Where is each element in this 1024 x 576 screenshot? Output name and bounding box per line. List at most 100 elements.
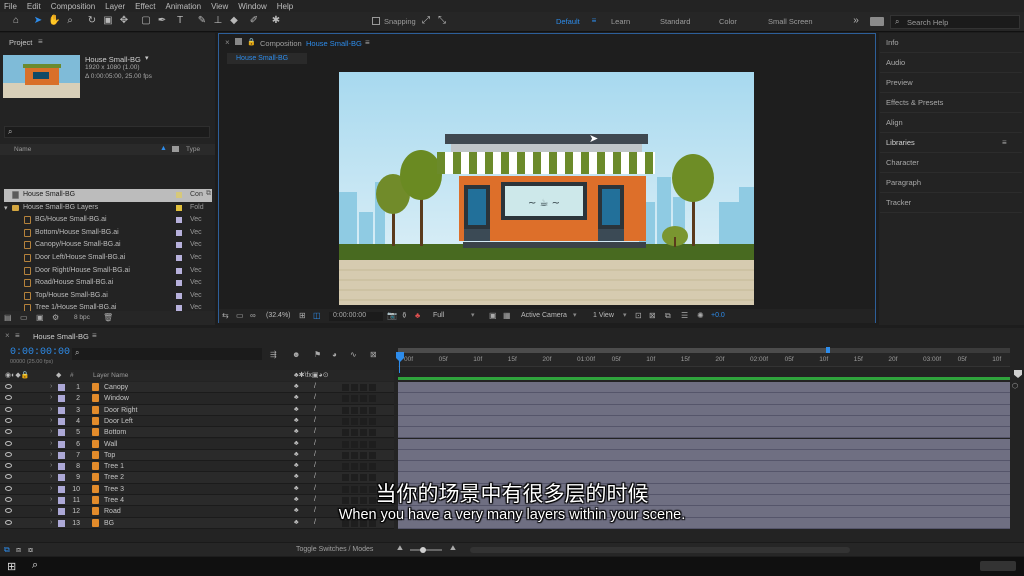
layer-switch-box[interactable] [369, 429, 376, 437]
layer-switch-box[interactable] [351, 451, 358, 459]
workspace-standard[interactable]: Standard [660, 17, 690, 26]
label-swatch[interactable] [176, 242, 182, 249]
lock-icon[interactable] [235, 38, 242, 45]
new-comp-icon[interactable]: ▣ [36, 313, 44, 322]
taskbar-search-icon[interactable]: ⌕ [32, 559, 38, 572]
layer-label-color[interactable] [58, 463, 65, 471]
channel-icon[interactable]: ♣ [415, 311, 420, 320]
snap-magnet-icon[interactable]: ⤡ [436, 15, 448, 27]
selection-tool-icon[interactable]: ➤ [32, 15, 44, 27]
layer-switch-box[interactable] [351, 417, 358, 425]
graph-icon[interactable]: ⊠ [370, 350, 377, 359]
zoom-tool-icon[interactable]: ⌕ [64, 15, 76, 27]
label-swatch[interactable] [176, 267, 182, 274]
layer-duration-bar[interactable] [398, 427, 1010, 439]
project-item[interactable]: Bottom/House Small-BG.ai Vec [4, 227, 212, 240]
snap-options-icon[interactable]: ⤢ [420, 15, 432, 27]
layer-name[interactable]: Door Left [104, 418, 133, 425]
eye-icon[interactable] [5, 440, 12, 446]
layer-row[interactable]: › 7 Top ♣ / [0, 449, 394, 462]
project-item[interactable]: Door Right/House Small-BG.ai Vec [4, 265, 212, 278]
layer-name[interactable]: Window [104, 395, 129, 402]
shy-switch-icon[interactable]: ♣ [294, 383, 299, 390]
resolution-dropdown[interactable]: Full [433, 312, 444, 319]
snapping-checkbox[interactable] [372, 17, 380, 25]
layer-row[interactable]: › 1 Canopy ♣ / [0, 382, 394, 394]
layer-duration-bar[interactable] [398, 404, 1010, 416]
puppet-tool-icon[interactable]: ✱ [270, 15, 282, 27]
layer-label-color[interactable] [58, 417, 65, 425]
layer-switch-box[interactable] [360, 406, 367, 414]
column-layer-name-header[interactable]: Layer Name [93, 372, 128, 379]
layer-duration-bar[interactable] [398, 461, 1010, 473]
layer-name[interactable]: Door Right [104, 407, 137, 414]
magnification-dropdown[interactable]: (32.4%) [266, 312, 291, 319]
layer-expand-icon[interactable]: › [50, 406, 52, 413]
layer-switch-box[interactable] [342, 440, 349, 448]
workspace-color[interactable]: Color [719, 17, 737, 26]
layer-row[interactable]: › 8 Tree 1 ♣ / [0, 461, 394, 473]
time-zoom-slider-handle[interactable] [420, 547, 426, 553]
layer-duration-bar[interactable] [398, 438, 1010, 450]
motion-blur-icon[interactable]: ◕ [332, 350, 337, 359]
panel-tab-character[interactable]: Character [886, 158, 919, 167]
eye-icon[interactable] [5, 417, 12, 423]
column-type-header[interactable]: Type [186, 146, 200, 153]
timeline-icon[interactable]: ☰ [681, 311, 688, 320]
layer-switch-box[interactable] [342, 395, 349, 403]
type-tool-icon[interactable]: T [174, 15, 186, 27]
label-swatch[interactable] [176, 204, 182, 211]
layer-switch-box[interactable] [351, 440, 358, 448]
project-item[interactable]: Road/House Small-BG.ai Vec [4, 277, 212, 290]
layer-switch-box[interactable] [360, 395, 367, 403]
quality-switch-icon[interactable]: / [314, 462, 316, 469]
quality-switch-icon[interactable]: / [314, 406, 316, 413]
layer-switch-box[interactable] [360, 451, 367, 459]
panel-menu-icon[interactable]: ≡ [92, 331, 97, 340]
time-zoom-slider[interactable] [410, 549, 442, 551]
label-swatch[interactable] [176, 292, 182, 299]
pen-tool-icon[interactable]: ✒ [156, 15, 168, 27]
layer-name[interactable]: Canopy [104, 384, 128, 391]
quality-switch-icon[interactable]: / [314, 440, 316, 447]
panel-tab-info[interactable]: Info [886, 38, 899, 47]
layer-name[interactable]: Tree 1 [104, 463, 124, 470]
panel-tab-paragraph[interactable]: Paragraph [886, 178, 921, 187]
eraser-tool-icon[interactable]: ◆ [228, 15, 240, 27]
layer-switch-box[interactable] [369, 395, 376, 403]
graph-editor-icon[interactable]: ∿ [350, 350, 357, 359]
layer-label-color[interactable] [58, 406, 65, 414]
layer-duration-bar[interactable] [398, 382, 1010, 394]
label-swatch[interactable] [176, 229, 182, 236]
layer-row[interactable]: › 5 Bottom ♣ / [0, 427, 394, 439]
panel-tab-libraries[interactable]: Libraries [886, 138, 915, 147]
composition-panel-label[interactable]: Composition [260, 39, 302, 48]
quality-switch-icon[interactable]: / [314, 451, 316, 458]
workspace-learn[interactable]: Learn [611, 17, 630, 26]
panel-tab-effects-presets[interactable]: Effects & Presets [886, 98, 943, 107]
composition-panel-name[interactable]: House Small-BG [306, 39, 362, 48]
label-swatch[interactable] [176, 280, 182, 287]
fast-previews-icon[interactable]: ▣ [489, 311, 497, 320]
snapshot-icon[interactable]: 📷 [387, 311, 397, 320]
layer-name[interactable]: Top [104, 452, 115, 459]
comp-dropdown-icon[interactable]: ▾ [145, 54, 149, 62]
layer-label-color[interactable] [58, 440, 65, 448]
time-ruler[interactable] [398, 353, 1010, 367]
shy-switch-icon[interactable]: ♣ [294, 406, 299, 413]
show-snapshot-icon[interactable]: ⚱ [401, 311, 408, 320]
layer-switch-box[interactable] [369, 406, 376, 414]
layer-duration-bar[interactable] [398, 393, 1010, 405]
column-name-header[interactable]: Name [14, 146, 31, 153]
layer-switch-box[interactable] [360, 384, 367, 391]
panel-tab-align[interactable]: Align [886, 118, 903, 127]
eye-icon[interactable] [5, 395, 12, 401]
layer-switch-box[interactable] [360, 429, 367, 437]
quality-switch-icon[interactable]: / [314, 394, 316, 401]
label-swatch[interactable] [176, 255, 182, 261]
layer-duration-bar[interactable] [398, 449, 1010, 462]
shy-switch-icon[interactable]: ♣ [294, 462, 299, 469]
expand-time-icon[interactable]: ⧇ [28, 545, 33, 555]
label-swatch[interactable] [176, 192, 182, 198]
comp-lock-icon[interactable]: 🔒 [247, 38, 256, 46]
